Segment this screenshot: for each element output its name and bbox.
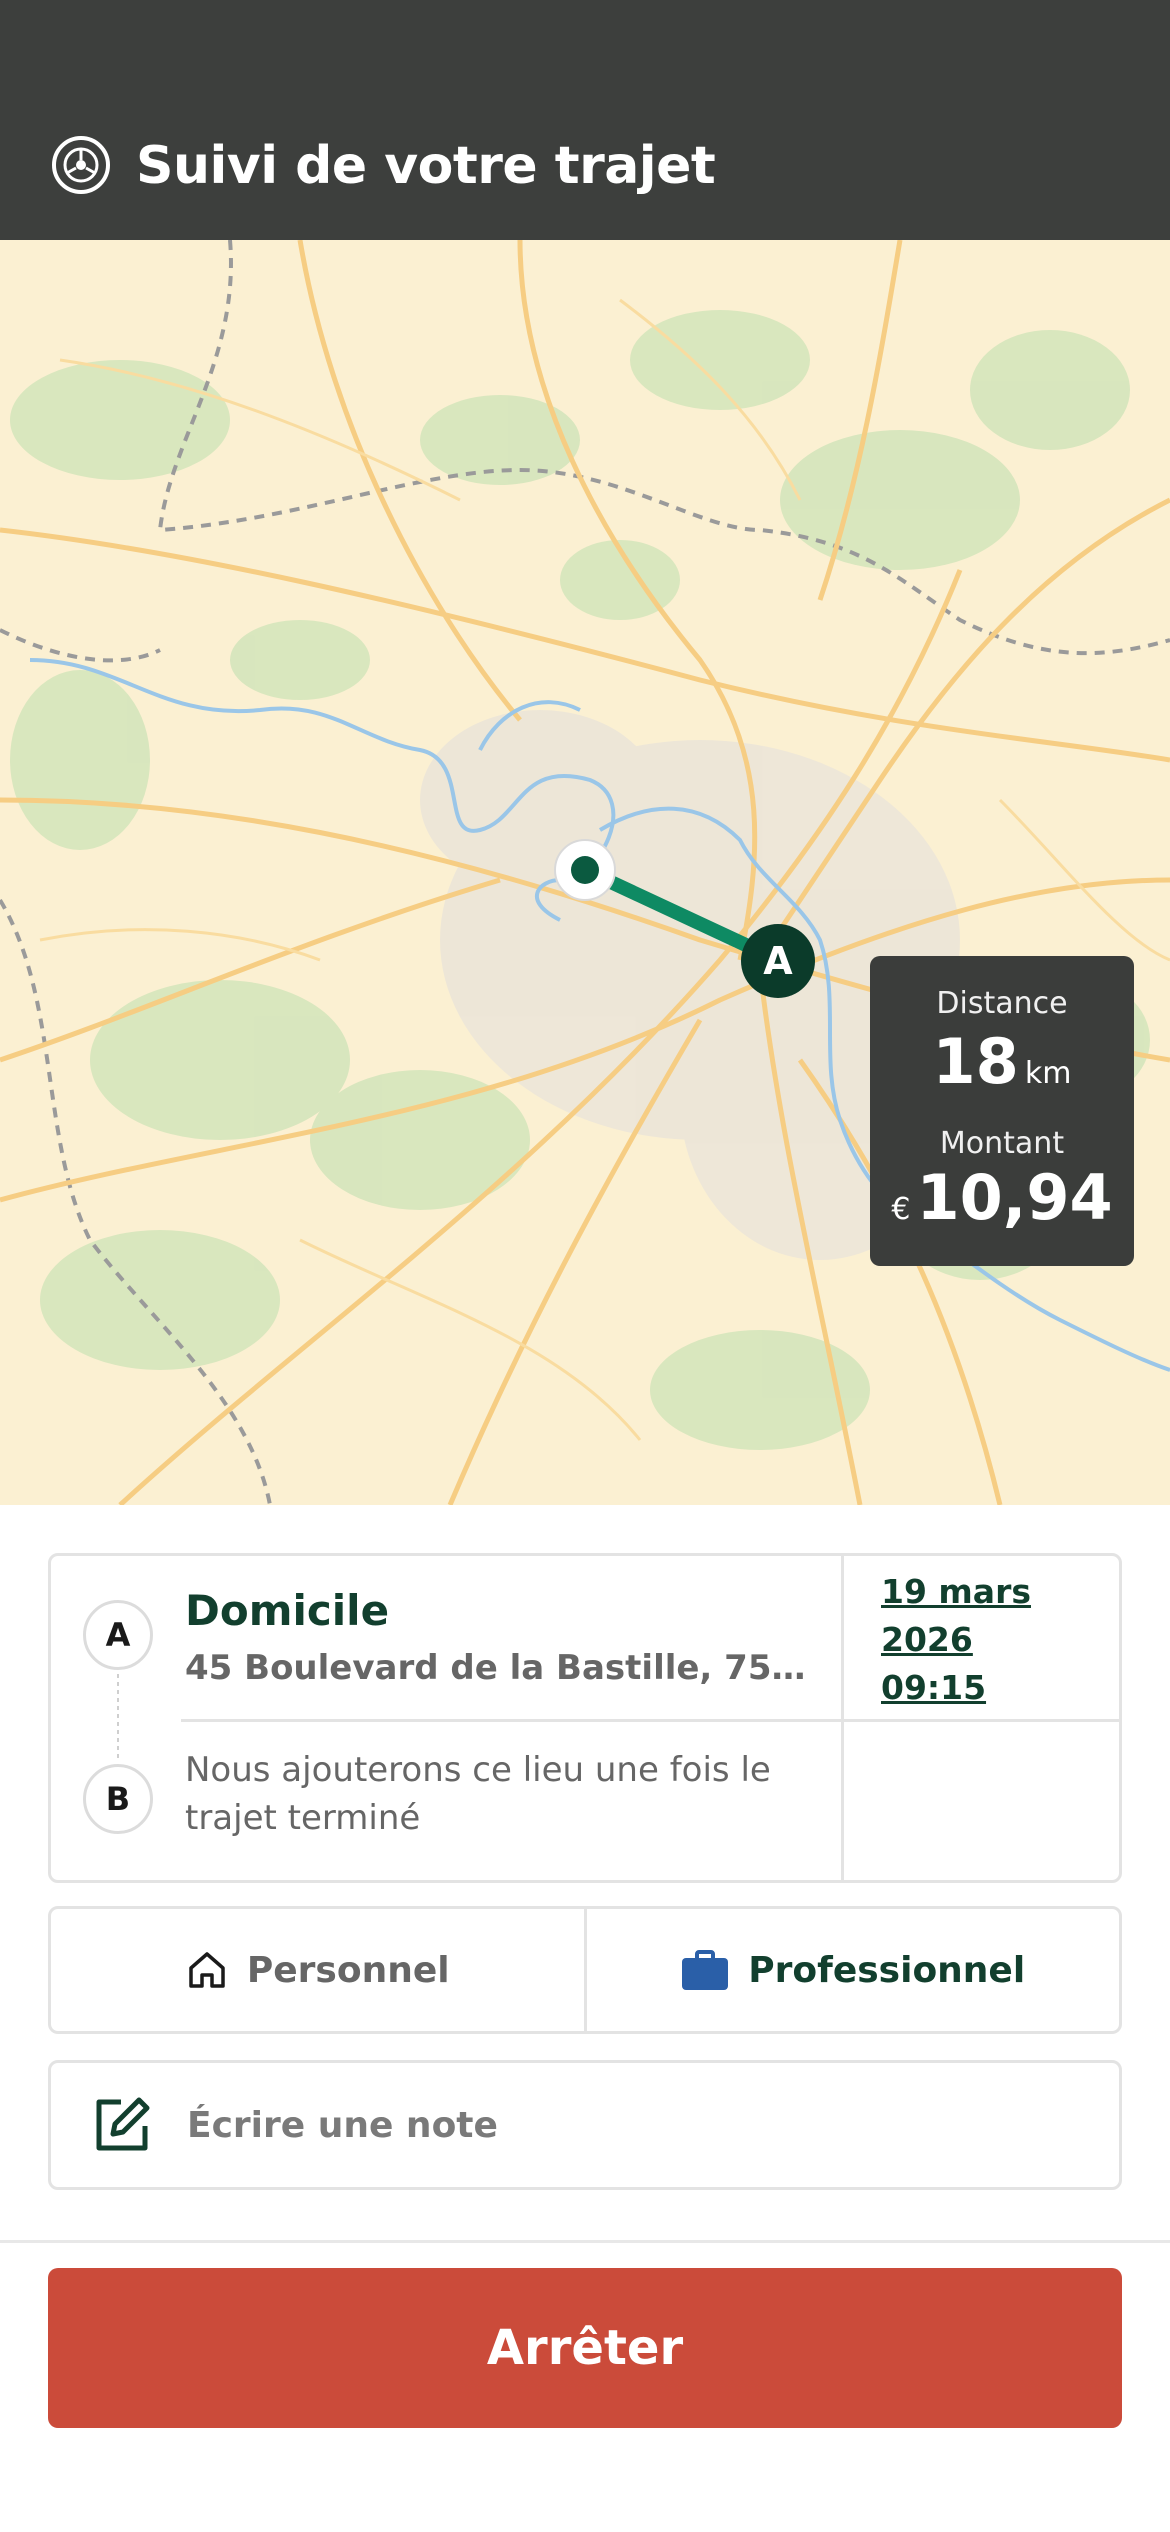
end-point-badge: B bbox=[83, 1764, 153, 1834]
start-time[interactable]: 09:15 bbox=[881, 1664, 1031, 1712]
note-placeholder: Écrire une note bbox=[187, 2104, 498, 2146]
start-date-year[interactable]: 2026 bbox=[881, 1616, 1031, 1664]
distance-value: 18 bbox=[932, 1025, 1019, 1098]
amount-currency: € bbox=[891, 1192, 911, 1227]
trip-stats-card: Distance 18 km Montant €10,94 bbox=[870, 956, 1134, 1266]
start-place-address[interactable]: 45 Boulevard de la Bastille, 75012 Paris bbox=[185, 1648, 825, 1688]
trip-type-toggle[interactable]: Personnel Professionnel bbox=[48, 1906, 1122, 2034]
start-datetime-link[interactable]: 19 mars 2026 09:15 bbox=[881, 1568, 1031, 1712]
trip-details-card: A B Domicile 45 Boulevard de la Bastille… bbox=[48, 1553, 1122, 1883]
stop-trip-button[interactable]: Arrêter bbox=[48, 2268, 1122, 2428]
start-marker-label: A bbox=[763, 939, 793, 983]
start-place-name[interactable]: Domicile bbox=[185, 1586, 389, 1635]
briefcase-icon bbox=[680, 1948, 730, 1992]
page-title: Suivi de votre trajet bbox=[136, 136, 716, 196]
amount-label: Montant bbox=[939, 1126, 1065, 1161]
trip-map[interactable]: A Distance 18 km Montant €10,94 bbox=[0, 240, 1170, 1505]
divider bbox=[181, 1719, 1121, 1722]
edit-note-icon bbox=[91, 2094, 153, 2156]
current-position-marker bbox=[554, 839, 616, 901]
personal-option[interactable]: Personnel bbox=[51, 1909, 584, 2031]
start-date-day[interactable]: 19 mars bbox=[881, 1568, 1031, 1616]
home-icon bbox=[185, 1948, 229, 1992]
amount-value: 10,94 bbox=[916, 1161, 1113, 1234]
amount-value-row: €10,94 bbox=[870, 1161, 1134, 1234]
start-marker: A bbox=[741, 924, 815, 998]
end-place-placeholder: Nous ajouterons ce lieu une fois le traj… bbox=[185, 1750, 771, 1838]
note-field[interactable]: Écrire une note bbox=[48, 2060, 1122, 2190]
divider bbox=[0, 2240, 1170, 2243]
start-point-badge: A bbox=[83, 1600, 153, 1670]
route-connector bbox=[117, 1674, 119, 1760]
distance-unit: km bbox=[1024, 1056, 1072, 1091]
distance-value-row: 18 km bbox=[870, 1025, 1134, 1098]
distance-label: Distance bbox=[936, 986, 1068, 1021]
professional-label: Professionnel bbox=[748, 1949, 1026, 1991]
app-header: Suivi de votre trajet bbox=[0, 0, 1170, 240]
personal-label: Personnel bbox=[246, 1949, 450, 1991]
professional-option[interactable]: Professionnel bbox=[583, 1909, 1120, 2031]
steering-wheel-icon bbox=[50, 134, 112, 196]
divider bbox=[841, 1556, 844, 1880]
